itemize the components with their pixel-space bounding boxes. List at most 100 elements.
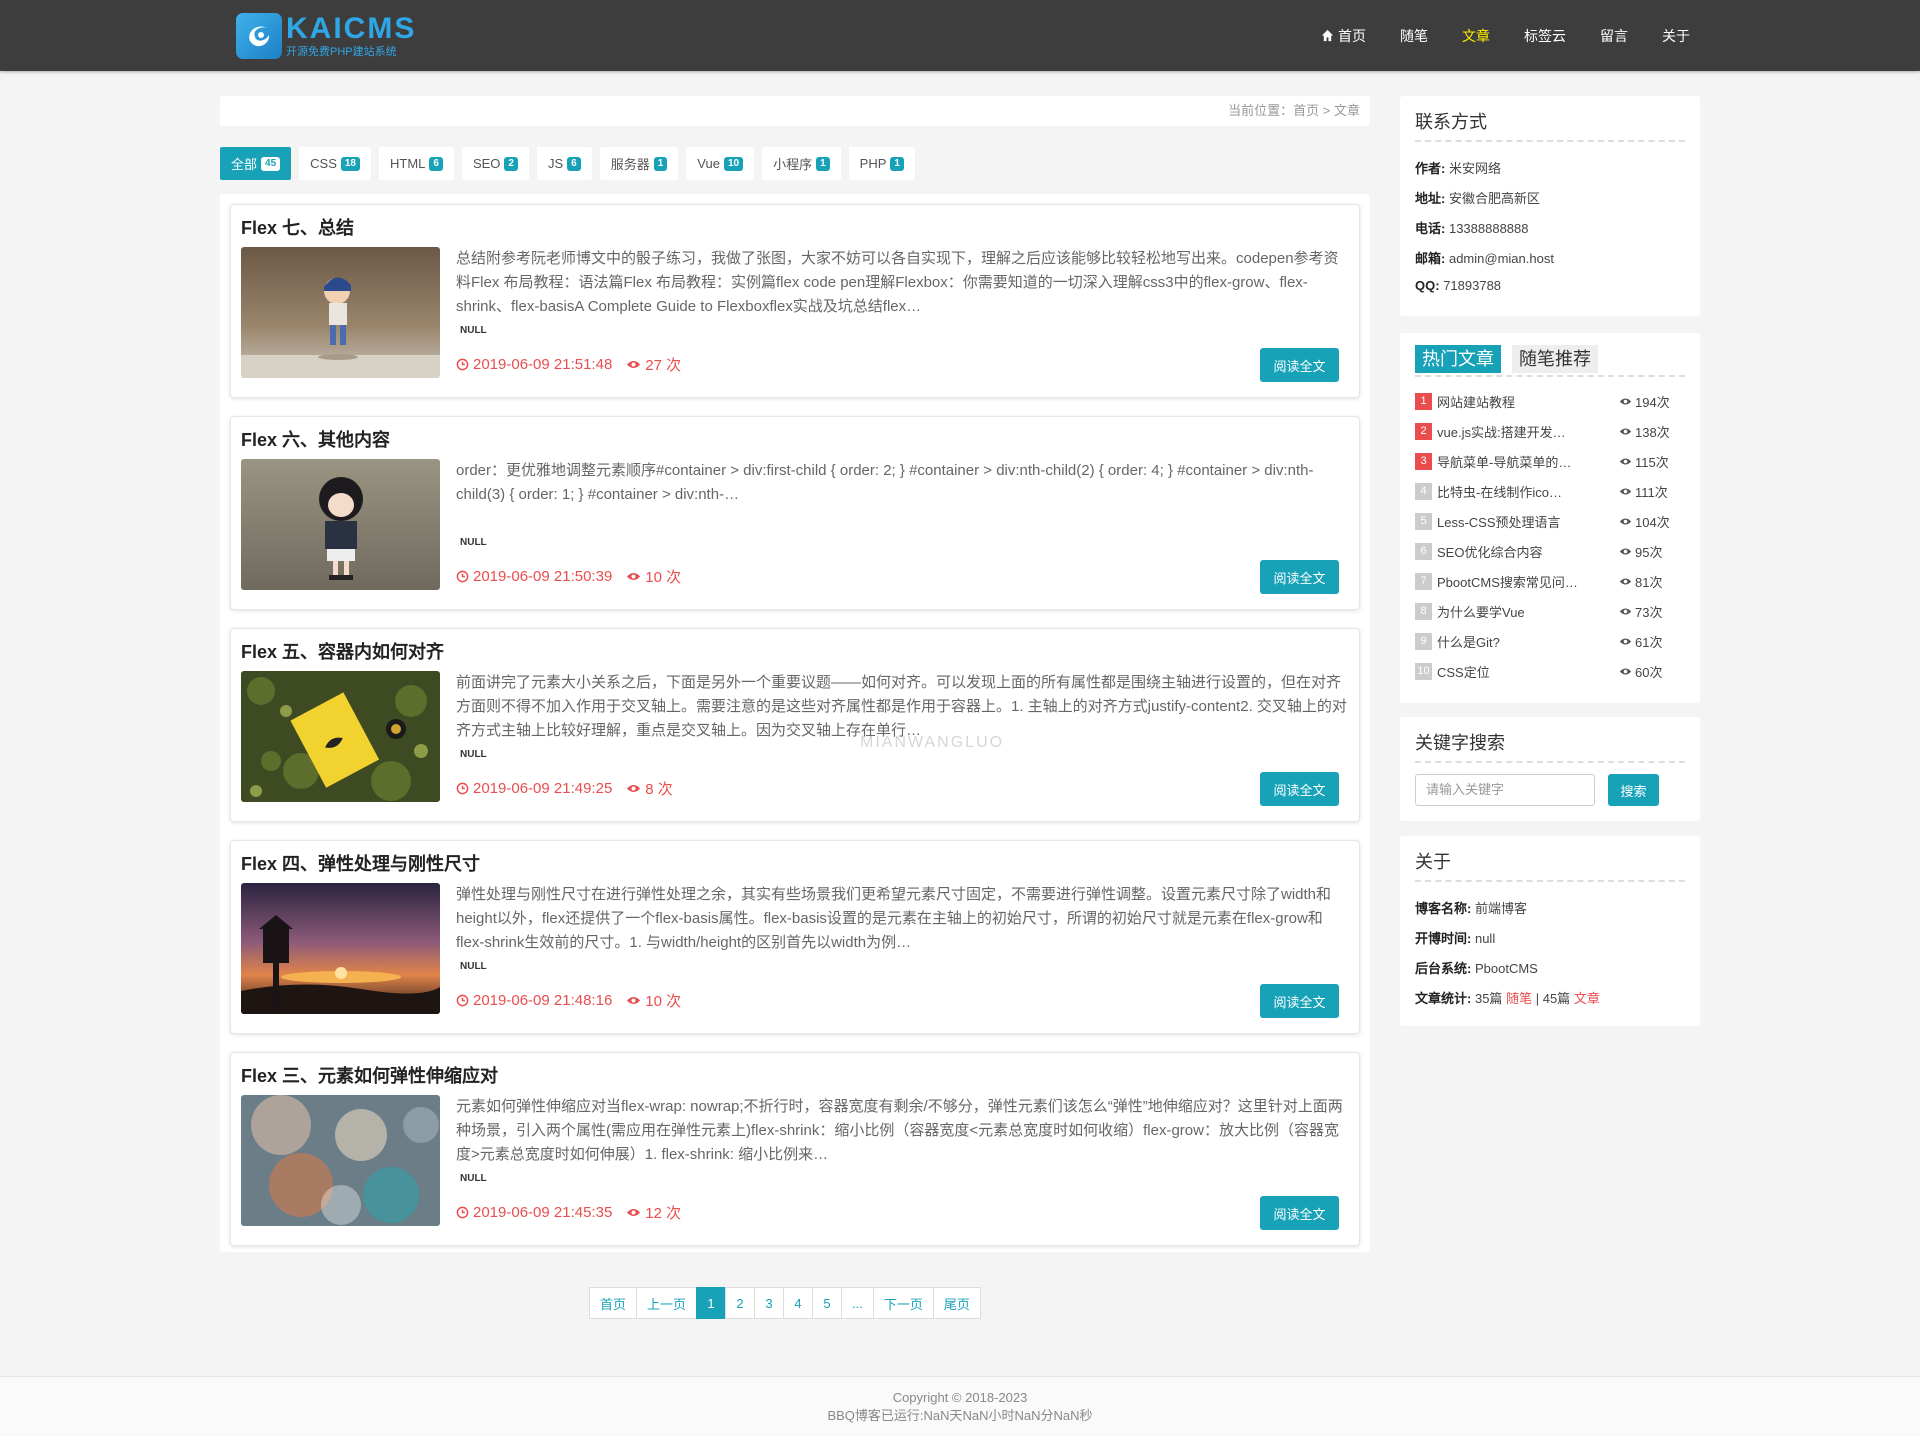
breadcrumb: 当前位置：首页 > 文章	[220, 96, 1370, 126]
eye-icon	[1619, 517, 1632, 525]
about-start-date: 开博时间: null	[1415, 928, 1495, 947]
hot-article-item[interactable]: 10 CSS定位 60次	[1415, 661, 1685, 681]
page-number[interactable]: 3	[754, 1287, 785, 1319]
article-title[interactable]: Flex 六、其他内容	[241, 426, 390, 452]
tab-count-badge: 1	[890, 156, 904, 171]
hot-article-item[interactable]: 6 SEO优化综合内容 95次	[1415, 541, 1685, 561]
tab-label: JS	[547, 156, 564, 171]
site-logo[interactable]: KAICMS 开源免费PHP建站系统	[236, 12, 416, 60]
article-title[interactable]: Flex 四、弹性处理与刚性尺寸	[241, 850, 480, 876]
tab-recommended-essays[interactable]: 随笔推荐	[1512, 345, 1598, 373]
hot-views-text: 115次	[1635, 454, 1669, 470]
search-input[interactable]: 请输入关键字	[1415, 774, 1595, 806]
tab-all[interactable]: 全部 45	[220, 147, 292, 180]
read-more-button[interactable]: 阅读全文	[1260, 1196, 1339, 1230]
eye-icon	[627, 572, 641, 581]
nav-about[interactable]: 关于	[1662, 26, 1690, 46]
hot-article-item[interactable]: 8 为什么要学Vue 73次	[1415, 601, 1685, 621]
article-date-text: 2019-06-09 21:45:35	[473, 1204, 613, 1221]
essays-link[interactable]: 随笔	[1506, 991, 1532, 1006]
articles-link[interactable]: 文章	[1574, 991, 1600, 1006]
eye-icon	[1619, 427, 1632, 435]
contact-qq: QQ: 71893788	[1415, 278, 1501, 293]
page-last[interactable]: 尾页	[932, 1287, 981, 1319]
tab-js[interactable]: JS 6	[536, 147, 592, 180]
page-number-current[interactable]: 1	[696, 1287, 727, 1319]
eye-icon	[1619, 397, 1632, 405]
article-card: Flex 五、容器内如何对齐 前面讲完了元素大小关系之后，下面是另外一个重要议题…	[230, 628, 1360, 822]
article-card: Flex 三、元素如何弹性伸缩应对 元素如何弹性伸缩应对当flex-wrap: …	[230, 1052, 1360, 1246]
search-title: 关键字搜索	[1415, 729, 1685, 763]
tab-hot-articles[interactable]: 热门文章	[1415, 345, 1501, 373]
article-thumbnail-notebook-grass[interactable]	[241, 671, 440, 802]
about-title: 关于	[1415, 848, 1685, 882]
article-views-text: 10 次	[645, 993, 682, 1010]
hot-article-item[interactable]: 4 比特虫-在线制作ico… 111次	[1415, 481, 1685, 501]
article-title[interactable]: Flex 五、容器内如何对齐	[241, 638, 444, 664]
tab-label: 小程序	[773, 157, 813, 172]
hot-article-item[interactable]: 2 vue.js实战:搭建开发… 138次	[1415, 421, 1685, 441]
hot-article-item[interactable]: 5 Less-CSS预处理语言 104次	[1415, 511, 1685, 531]
article-meta: 2019-06-09 21:48:16 10 次	[456, 990, 681, 1011]
article-views: 8 次	[626, 778, 673, 799]
breadcrumb-home-link[interactable]: 首页	[1293, 103, 1319, 118]
tab-server[interactable]: 服务器 1	[599, 147, 679, 180]
nav-essays[interactable]: 随笔	[1400, 26, 1428, 46]
article-views: 12 次	[626, 1202, 681, 1223]
page-number[interactable]: 5	[812, 1287, 843, 1319]
tab-count-badge: 1	[816, 156, 830, 171]
article-thumbnail-figure-toy[interactable]	[241, 247, 440, 378]
page-number[interactable]: 4	[783, 1287, 814, 1319]
contact-author: 作者: 米安网络	[1415, 158, 1501, 177]
clock-icon	[456, 1206, 469, 1219]
page-next[interactable]: 下一页	[872, 1287, 934, 1319]
hot-article-name: 网站建站教程	[1437, 394, 1516, 410]
eye-icon	[1619, 487, 1632, 495]
about-system: 后台系统: PbootCMS	[1415, 958, 1538, 977]
hot-article-name: CSS定位	[1437, 664, 1490, 680]
page-prev[interactable]: 上一页	[636, 1287, 698, 1319]
tab-count-badge: 10	[723, 156, 744, 171]
read-more-button[interactable]: 阅读全文	[1260, 560, 1339, 594]
nav-messages[interactable]: 留言	[1600, 26, 1628, 46]
tab-php[interactable]: PHP 1	[848, 147, 915, 180]
hot-article-name: SEO优化综合内容	[1437, 544, 1543, 560]
read-more-button[interactable]: 阅读全文	[1260, 984, 1339, 1018]
article-thumbnail-sunset-lamp[interactable]	[241, 883, 440, 1014]
hot-article-item[interactable]: 3 导航菜单-导航菜单的… 115次	[1415, 451, 1685, 471]
tab-miniprogram[interactable]: 小程序 1	[762, 147, 841, 180]
hot-article-item[interactable]: 7 PbootCMS搜索常见问… 81次	[1415, 571, 1685, 591]
article-title[interactable]: Flex 三、元素如何弹性伸缩应对	[241, 1062, 498, 1088]
hot-article-name: PbootCMS搜索常见问…	[1437, 574, 1578, 590]
article-date: 2019-06-09 21:50:39	[456, 568, 612, 585]
about-value: null	[1474, 931, 1496, 946]
article-card: Flex 六、其他内容 order：更优雅地调整元素顺序#container >…	[230, 416, 1360, 610]
page-first[interactable]: 首页	[589, 1287, 638, 1319]
clock-icon	[456, 994, 469, 1007]
article-thumbnail-rain-bokeh[interactable]	[241, 1095, 440, 1226]
hot-views-text: 81次	[1635, 574, 1663, 590]
tab-html[interactable]: HTML 6	[379, 147, 454, 180]
read-more-button[interactable]: 阅读全文	[1260, 348, 1339, 382]
tab-seo[interactable]: SEO 2	[461, 147, 529, 180]
page-number[interactable]: 2	[725, 1287, 756, 1319]
tab-css[interactable]: CSS 18	[299, 147, 371, 180]
breadcrumb-current[interactable]: 文章	[1334, 103, 1360, 118]
contact-title: 联系方式	[1415, 108, 1685, 142]
hot-article-item[interactable]: 1 网站建站教程 194次	[1415, 391, 1685, 411]
nav-articles[interactable]: 文章	[1462, 26, 1490, 46]
page-ellipsis[interactable]: ...	[841, 1287, 874, 1319]
article-title[interactable]: Flex 七、总结	[241, 214, 354, 240]
tab-label: SEO	[472, 156, 501, 171]
read-more-button[interactable]: 阅读全文	[1260, 772, 1339, 806]
nav-tag-cloud[interactable]: 标签云	[1524, 26, 1566, 46]
search-button[interactable]: 搜索	[1608, 774, 1659, 806]
eye-icon	[627, 1208, 641, 1217]
contact-phone: 电话: 13388888888	[1415, 218, 1529, 237]
search-widget: 关键字搜索 请输入关键字 搜索	[1400, 717, 1700, 821]
article-tag: NULL	[460, 749, 487, 760]
article-thumbnail-doll[interactable]	[241, 459, 440, 590]
nav-home[interactable]: 首页	[1321, 26, 1366, 46]
tab-vue[interactable]: Vue 10	[686, 147, 755, 180]
hot-article-item[interactable]: 9 什么是Git? 61次	[1415, 631, 1685, 651]
